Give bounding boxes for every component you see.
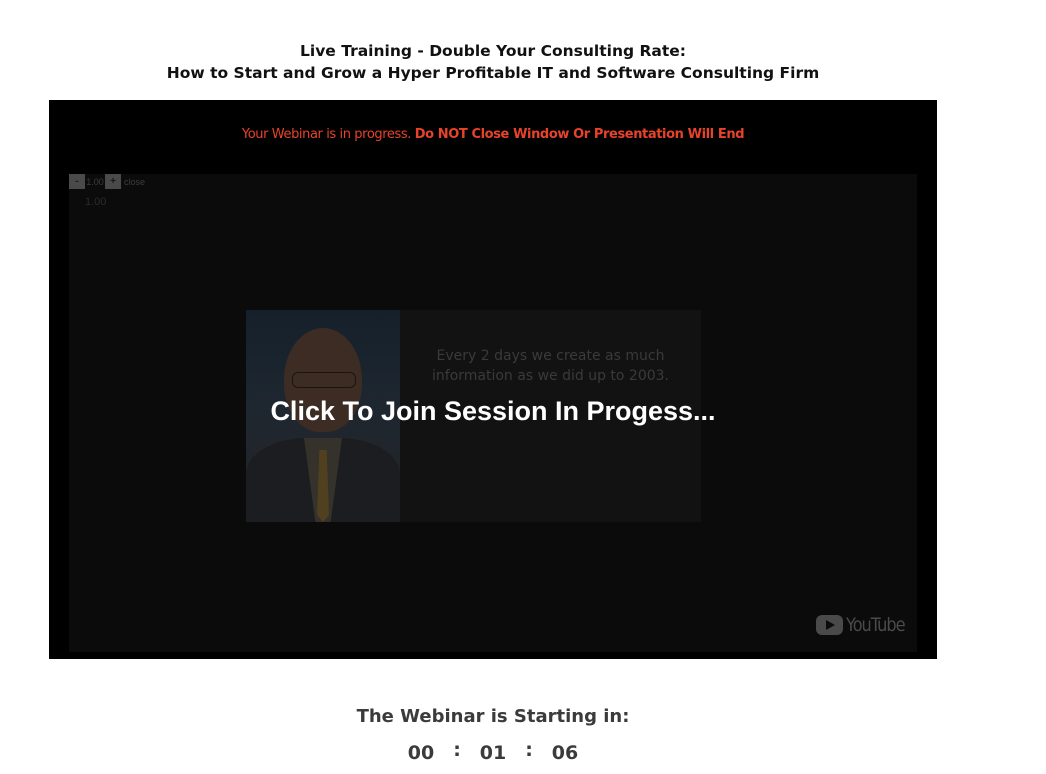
youtube-wordmark: YouTube [846, 614, 906, 636]
progress-warning: Your Webinar is in progress. Do NOT Clos… [49, 127, 937, 142]
zoom-in-button[interactable]: + [105, 174, 121, 189]
slide-caption: Every 2 days we create as much informati… [413, 346, 688, 386]
youtube-play-icon [816, 615, 843, 635]
countdown-seconds: 06 [551, 742, 579, 764]
zoom-out-button[interactable]: - [69, 174, 85, 189]
page-title-line-1: Live Training - Double Your Consulting R… [300, 42, 686, 60]
countdown-separator: : [525, 739, 533, 761]
zoom-controls: - 1.00 + close [69, 174, 145, 189]
countdown-hours: 00 [407, 742, 435, 764]
webinar-page: Live Training - Double Your Consulting R… [0, 0, 1046, 774]
slide-caption-line-2: information as we did up to 2003. [432, 368, 669, 384]
countdown-timer: 00 : 01 : 06 [49, 739, 937, 764]
countdown-separator: : [453, 739, 461, 761]
youtube-logo[interactable]: YouTube [816, 614, 915, 636]
warning-emphasis: Do NOT Close Window Or Presentation Will… [414, 127, 745, 142]
countdown-label: The Webinar is Starting in: [356, 706, 630, 727]
webinar-player[interactable]: Your Webinar is in progress. Do NOT Clos… [49, 100, 937, 659]
countdown-minutes: 01 [479, 742, 507, 764]
warning-text: Your Webinar is in progress. [241, 127, 415, 142]
join-session-button[interactable]: Click To Join Session In Progess... [49, 396, 937, 427]
zoom-readout: 1.00 [85, 196, 107, 208]
page-title-line-2: How to Start and Grow a Hyper Profitable… [166, 64, 820, 82]
slide-caption-line-1: Every 2 days we create as much [436, 348, 665, 364]
zoom-close-link[interactable]: close [124, 177, 145, 187]
zoom-value: 1.00 [86, 176, 104, 187]
